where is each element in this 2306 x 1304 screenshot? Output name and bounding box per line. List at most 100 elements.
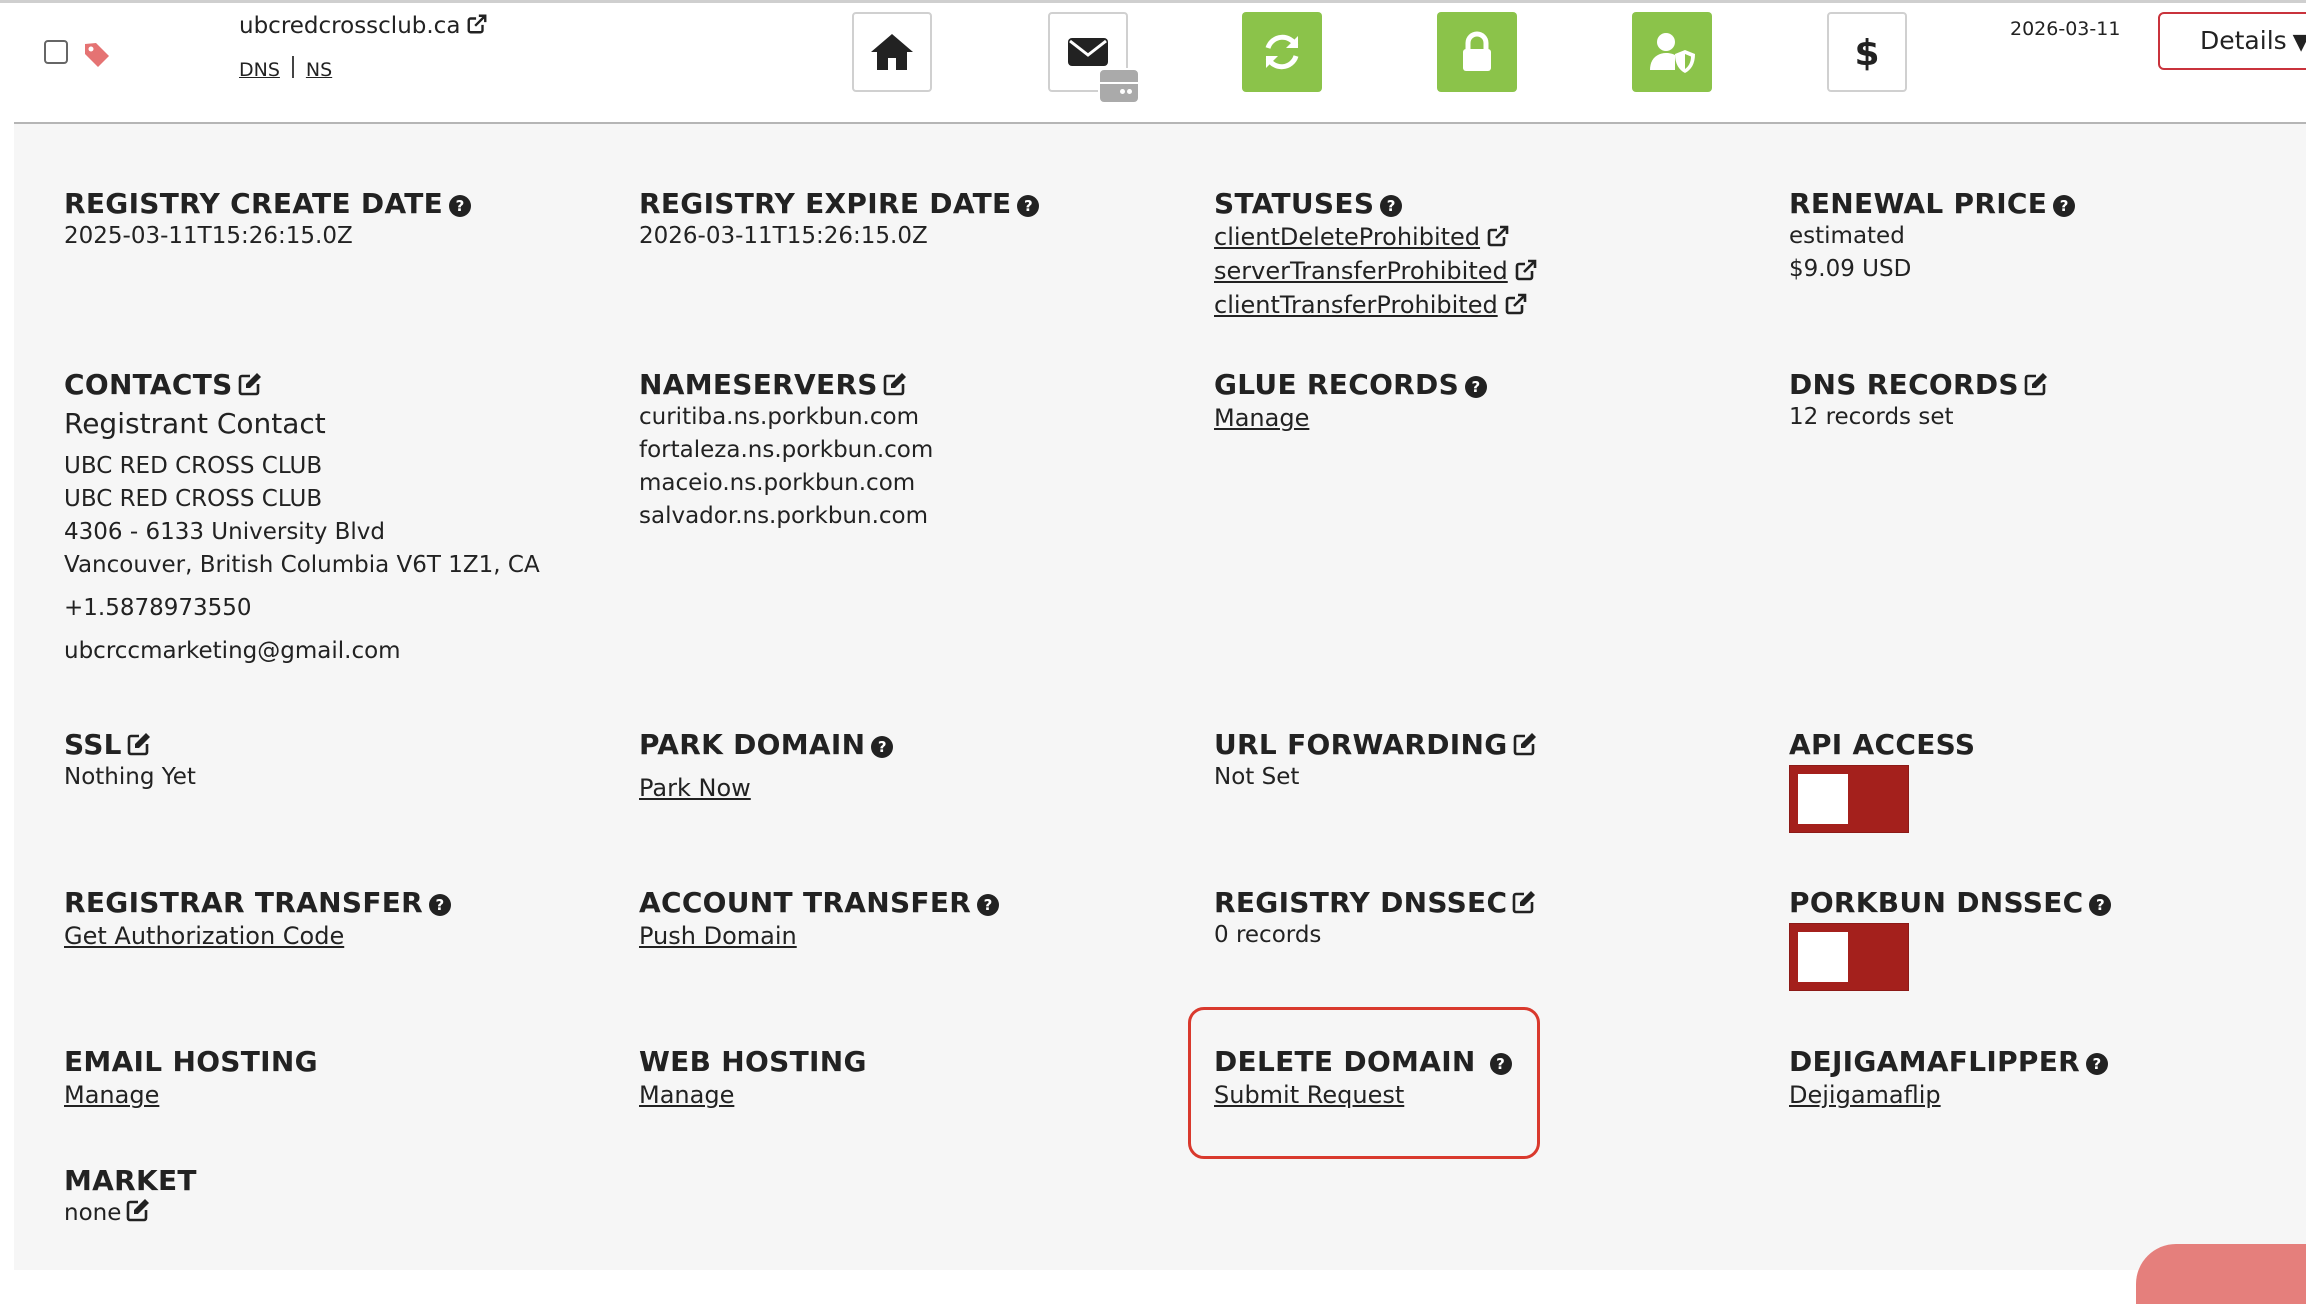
renew-button[interactable] [1242,12,1322,92]
edit-icon[interactable] [1511,889,1537,915]
external-link-icon[interactable] [1504,291,1528,315]
status-link-text[interactable]: serverTransferProhibited [1214,257,1508,285]
dns-records-section: DNS RECORDS 12 records set [1789,368,2049,434]
get-authorization-code-link[interactable]: Get Authorization Code [64,919,344,953]
help-icon[interactable]: ? [1017,195,1040,217]
caret-down-icon: ▼ [2292,30,2306,55]
market-value-row: none [64,1197,197,1230]
edit-icon[interactable] [1512,731,1538,757]
section-heading: CONTACTS [64,368,540,401]
help-icon[interactable]: ? [2086,1053,2109,1075]
help-icon[interactable]: ? [449,195,472,217]
section-heading: EMAIL HOSTING [64,1045,318,1078]
help-icon[interactable]: ? [429,894,452,916]
chat-widget-button[interactable] [2136,1244,2306,1304]
delete-domain-highlight-box [1188,1007,1540,1159]
section-heading: ACCOUNT TRANSFER? [639,886,1000,919]
section-heading: REGISTRY DNSSEC [1214,886,1537,919]
glue-records-manage-link[interactable]: Manage [1214,401,1309,435]
renewal-price: $9.09 USD [1789,256,1912,282]
dns-link[interactable]: DNS [239,59,280,81]
market-section: MARKET none [64,1164,197,1230]
ssl-status: Nothing Yet [64,764,196,790]
api-access-toggle[interactable] [1789,765,1909,833]
external-link-icon[interactable] [1514,257,1538,281]
park-now-link[interactable]: Park Now [639,771,751,805]
lock-button[interactable] [1437,12,1517,92]
registry-expire-section: REGISTRY EXPIRE DATE? 2026-03-11T15:26:1… [639,187,1040,253]
account-transfer-section: ACCOUNT TRANSFER? Push Domain [639,886,1000,953]
help-icon[interactable]: ? [977,894,1000,916]
registrar-transfer-section: REGISTRAR TRANSFER? Get Authorization Co… [64,886,452,953]
home-button[interactable] [852,12,932,92]
registry-create-date: 2025-03-11T15:26:15.0Z [64,223,353,249]
web-hosting-manage-link[interactable]: Manage [639,1078,734,1112]
dejigamaflip-link[interactable]: Dejigamaflip [1789,1078,1941,1112]
porkbun-dnssec-section: PORKBUN DNSSEC? [1789,886,2112,991]
section-heading-text: REGISTRAR TRANSFER [64,886,424,919]
tag-icon[interactable] [82,40,112,70]
section-heading: STATUSES? [1214,187,1538,220]
section-heading: WEB HOSTING [639,1045,867,1078]
ns-link[interactable]: NS [306,59,332,81]
status-link-text[interactable]: clientDeleteProhibited [1214,223,1480,251]
registry-dnssec-count: 0 records [1214,922,1322,948]
privacy-button[interactable] [1632,12,1712,92]
section-heading-text: REGISTRY DNSSEC [1214,886,1508,919]
market-value: none [64,1200,122,1226]
edit-icon[interactable] [237,371,263,397]
link-separator [291,56,294,78]
section-heading: GLUE RECORDS? [1214,368,1488,401]
lock-icon [1463,31,1491,71]
section-heading-text: DEJIGAMAFLIPPER [1789,1045,2081,1078]
email-hosting-section: EMAIL HOSTING Manage [64,1045,318,1112]
section-heading: REGISTRY CREATE DATE? [64,187,472,220]
section-heading-text: URL FORWARDING [1214,728,1508,761]
domain-select-checkbox[interactable] [44,40,68,64]
url-forwarding-section: URL FORWARDING Not Set [1214,728,1538,794]
edit-icon[interactable] [125,1197,151,1223]
status-link[interactable]: serverTransferProhibited [1214,254,1538,288]
section-heading-text: GLUE RECORDS [1214,368,1460,401]
domain-sublinks: DNS NS [239,56,332,81]
web-hosting-section: WEB HOSTING Manage [639,1045,867,1112]
push-domain-link[interactable]: Push Domain [639,919,797,953]
email-hosting-manage-link[interactable]: Manage [64,1078,159,1112]
section-heading: REGISTRY EXPIRE DATE? [639,187,1040,220]
external-link-icon[interactable] [466,13,488,35]
domain-name-text[interactable]: ubcredcrossclub.ca [239,13,460,39]
expiry-date: 2026-03-11 [2010,18,2121,40]
svg-text:$: $ [1854,33,1879,74]
dns-records-count: 12 records set [1789,404,1954,430]
status-link[interactable]: clientDeleteProhibited [1214,220,1510,254]
section-heading-text: SSL [64,728,122,761]
external-link-icon[interactable] [1486,223,1510,247]
section-heading-text: DNS RECORDS [1789,368,2019,401]
glue-records-section: GLUE RECORDS? Manage [1214,368,1488,435]
help-icon[interactable]: ? [1380,195,1403,217]
help-icon[interactable]: ? [2089,894,2112,916]
edit-icon[interactable] [882,371,908,397]
help-icon[interactable]: ? [2053,195,2076,217]
domain-name[interactable]: ubcredcrossclub.ca [239,13,488,39]
porkbun-dnssec-toggle[interactable] [1789,923,1909,991]
section-heading-text: REGISTRY CREATE DATE [64,187,444,220]
user-shield-icon [1650,33,1695,73]
edit-icon[interactable] [2023,371,2049,397]
help-icon[interactable]: ? [871,736,894,758]
email-button[interactable] [1048,12,1140,104]
api-access-section: API ACCESS [1789,728,1975,833]
dollar-icon: $ [1854,33,1879,74]
nameservers-section: NAMESERVERS curitiba.ns.porkbun.com fort… [639,368,933,533]
help-icon[interactable]: ? [1465,376,1488,398]
contact-phone: +1.5878973550 [64,595,252,621]
section-heading-text: NAMESERVERS [639,368,878,401]
pricing-button[interactable]: $ [1827,12,1907,92]
details-button[interactable]: Details ▼ [2158,12,2306,70]
section-heading-text: RENEWAL PRICE [1789,187,2048,220]
status-link[interactable]: clientTransferProhibited [1214,288,1528,322]
dejigamaflipper-section: DEJIGAMAFLIPPER? Dejigamaflip [1789,1045,2109,1112]
edit-icon[interactable] [126,731,152,757]
status-link-text[interactable]: clientTransferProhibited [1214,291,1498,319]
nameserver: maceio.ns.porkbun.com [639,470,916,496]
